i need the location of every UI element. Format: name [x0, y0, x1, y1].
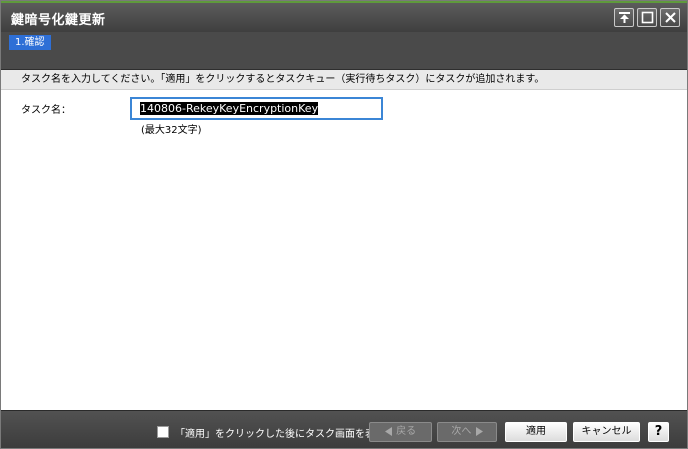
title-bar: 鍵暗号化鍵更新 [1, 1, 687, 32]
task-name-hint: (最大32文字) [141, 125, 202, 136]
triangle-left-icon [384, 426, 392, 436]
pin-icon [619, 12, 630, 23]
dialog-title: 鍵暗号化鍵更新 [11, 13, 106, 28]
back-button[interactable]: 戻る [369, 422, 432, 442]
close-button[interactable] [660, 8, 680, 27]
show-tasks-checkbox[interactable] [157, 426, 169, 438]
instruction-text: タスク名を入力してください。「適用」をクリックするとタスクキュー（実行待ちタスク… [1, 70, 687, 90]
close-icon [665, 12, 676, 23]
apply-button[interactable]: 適用 [505, 422, 567, 442]
task-name-input[interactable] [130, 97, 383, 120]
pin-button[interactable] [614, 8, 634, 27]
step-confirm: 1.確認 [9, 35, 51, 50]
next-button[interactable]: 次へ [437, 422, 497, 442]
maximize-button[interactable] [637, 8, 657, 27]
back-button-label: 戻る [396, 426, 417, 437]
help-button[interactable]: ? [648, 422, 669, 442]
maximize-icon [641, 11, 654, 24]
footer-bar: 「適用」をクリックした後にタスク画面を表示 戻る 次へ 適用 キャンセル ? [1, 410, 687, 448]
triangle-right-icon [475, 426, 483, 436]
next-button-label: 次へ [451, 426, 472, 437]
task-name-label: タスク名： [21, 105, 71, 116]
step-bar: 1.確認 [1, 32, 687, 70]
show-tasks-checkbox-label[interactable]: 「適用」をクリックした後にタスク画面を表示 [175, 425, 385, 440]
dialog-window: 鍵暗号化鍵更新 1.確認 タスク名を入力してください。「適用」をクリックするとタ… [0, 0, 688, 449]
cancel-button[interactable]: キャンセル [573, 422, 640, 442]
